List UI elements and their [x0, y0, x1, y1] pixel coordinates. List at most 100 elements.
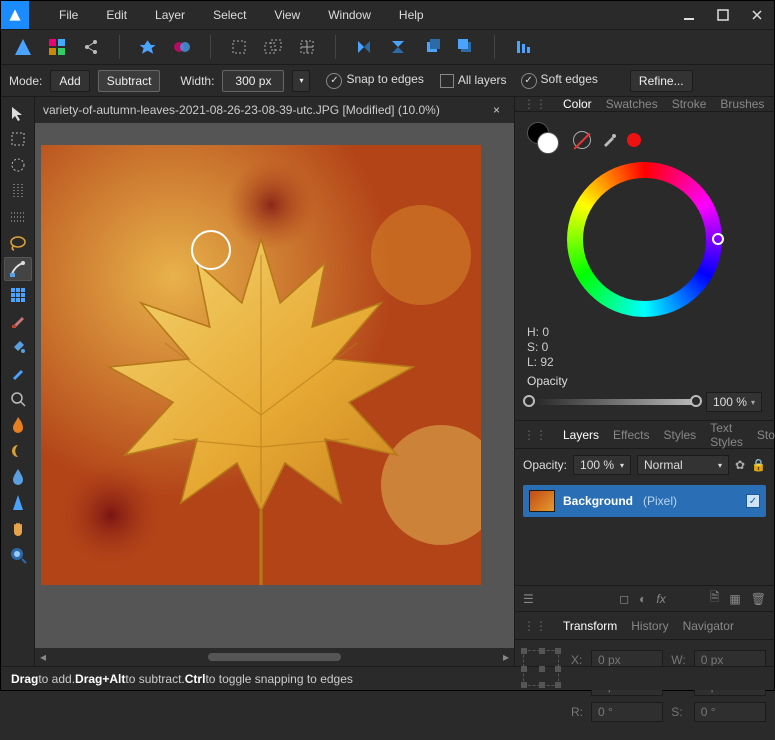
tab-stock[interactable]: Stock	[757, 428, 775, 442]
layers-stack-icon[interactable]: ☰	[523, 592, 534, 606]
menu-help[interactable]: Help	[387, 4, 436, 26]
snap-label: Snap to edges	[346, 72, 423, 86]
r-label: R:	[571, 705, 583, 719]
window-minimize[interactable]	[672, 1, 706, 29]
alllayers-label: All layers	[458, 73, 507, 87]
opacity-value[interactable]: 100 %▾	[706, 392, 762, 412]
status-bar: Drag to add. Drag+Alt to subtract. Ctrl …	[1, 666, 774, 690]
menu-window[interactable]: Window	[316, 4, 383, 26]
blend-mode-select[interactable]: Normal▾	[637, 455, 729, 475]
tab-navigator[interactable]: Navigator	[683, 619, 734, 633]
r-field[interactable]: 0 °	[591, 702, 663, 722]
inpaint-tool[interactable]	[4, 361, 32, 385]
tab-brushes[interactable]: Brushes	[720, 97, 764, 111]
mask-icon[interactable]: ◻	[619, 592, 629, 606]
menu-file[interactable]: File	[47, 4, 90, 26]
persona-icon[interactable]	[9, 33, 37, 61]
column-marquee-tool[interactable]	[4, 179, 32, 203]
window-maximize[interactable]	[706, 1, 740, 29]
rect-marquee-tool[interactable]	[4, 127, 32, 151]
w-label: W:	[671, 653, 685, 667]
layer-visible-checkbox[interactable]: ✓	[746, 494, 760, 508]
menu-layer[interactable]: Layer	[143, 4, 197, 26]
alllayers-checkbox[interactable]	[440, 74, 454, 88]
adjust-icon[interactable]: ◐	[639, 592, 646, 606]
canvas-viewport[interactable]	[35, 123, 514, 648]
mode-add[interactable]: Add	[50, 70, 89, 92]
autoselect-icon[interactable]	[134, 33, 162, 61]
l-label: L: 92	[527, 355, 762, 370]
group-icon[interactable]: ▦	[729, 592, 740, 606]
align-icon[interactable]	[509, 33, 537, 61]
x-label: X:	[571, 653, 583, 667]
paint-brush-tool[interactable]	[4, 309, 32, 333]
row-marquee-tool[interactable]	[4, 205, 32, 229]
horizontal-scrollbar[interactable]: ◂▸	[35, 648, 514, 666]
tab-color[interactable]: Color	[563, 97, 592, 111]
hand-tool[interactable]	[4, 517, 32, 541]
marquee-trans-icon[interactable]	[293, 33, 321, 61]
grid-tool[interactable]	[4, 283, 32, 307]
eyedropper-icon[interactable]	[601, 132, 617, 148]
opacity-slider[interactable]	[527, 399, 698, 405]
menu-edit[interactable]: Edit	[94, 4, 139, 26]
fx-icon[interactable]: fx	[656, 592, 665, 606]
marquee-add-icon[interactable]	[259, 33, 287, 61]
image-canvas[interactable]	[41, 145, 481, 585]
tab-styles[interactable]: Styles	[664, 428, 697, 442]
blur-tool[interactable]	[4, 465, 32, 489]
ellipse-marquee-tool[interactable]	[4, 153, 32, 177]
delete-layer-icon[interactable]: 🗑	[751, 592, 766, 606]
zoom-glass-tool[interactable]	[4, 387, 32, 411]
tab-transform[interactable]: Transform	[563, 619, 617, 633]
fgbg-swatch[interactable]	[527, 122, 563, 158]
dodge-tool[interactable]	[4, 439, 32, 463]
document-close-icon[interactable]: ×	[487, 103, 506, 117]
tab-textstyles[interactable]: Text Styles	[710, 421, 743, 449]
menu-view[interactable]: View	[262, 4, 312, 26]
swatches-icon[interactable]	[43, 33, 71, 61]
color-wheel[interactable]	[567, 162, 722, 317]
tab-history[interactable]: History	[631, 619, 668, 633]
tab-stroke[interactable]: Stroke	[672, 97, 707, 111]
snap-checkbox[interactable]	[326, 73, 342, 89]
flip-v-icon[interactable]	[384, 33, 412, 61]
flip-h-icon[interactable]	[350, 33, 378, 61]
layer-item[interactable]: Background (Pixel) ✓	[523, 485, 766, 517]
soft-checkbox[interactable]	[521, 73, 537, 89]
none-swatch-icon[interactable]	[573, 131, 591, 149]
layer-opacity-label: Opacity:	[523, 458, 567, 472]
sharpen-tool[interactable]	[4, 491, 32, 515]
s-field[interactable]: 0 °	[694, 702, 766, 722]
add-layer-icon[interactable]: 🗎	[710, 588, 720, 609]
window-close[interactable]	[740, 1, 774, 29]
mode-subtract[interactable]: Subtract	[98, 70, 161, 92]
gear-icon[interactable]: ✿	[735, 458, 745, 472]
tab-effects[interactable]: Effects	[613, 428, 649, 442]
rotate-ccw-icon[interactable]	[418, 33, 446, 61]
loupe-tool[interactable]	[4, 543, 32, 567]
anchor-grid[interactable]	[523, 650, 559, 686]
width-input[interactable]: 300 px	[222, 70, 284, 92]
burn-tool[interactable]	[4, 413, 32, 437]
quickmask-icon[interactable]	[168, 33, 196, 61]
share-icon[interactable]	[77, 33, 105, 61]
selection-brush-tool[interactable]	[4, 257, 32, 281]
s-label: S: 0	[527, 340, 762, 355]
tab-swatches[interactable]: Swatches	[606, 97, 658, 111]
menu-select[interactable]: Select	[201, 4, 258, 26]
rotate-cw-icon[interactable]	[452, 33, 480, 61]
move-tool[interactable]	[4, 101, 32, 125]
layer-opacity-value[interactable]: 100 %▾	[573, 455, 631, 475]
refine-button[interactable]: Refine...	[630, 70, 693, 92]
fill-tool[interactable]	[4, 335, 32, 359]
marquee-rect-icon[interactable]	[225, 33, 253, 61]
width-dropdown[interactable]: ▾	[292, 70, 310, 92]
lock-icon[interactable]: 🔒	[751, 458, 766, 472]
brush-cursor-ring	[191, 230, 231, 270]
recent-color-icon[interactable]	[627, 133, 641, 147]
layer-type: (Pixel)	[643, 494, 677, 508]
lasso-tool[interactable]	[4, 231, 32, 255]
soft-label: Soft edges	[541, 72, 598, 86]
tab-layers[interactable]: Layers	[563, 428, 599, 442]
